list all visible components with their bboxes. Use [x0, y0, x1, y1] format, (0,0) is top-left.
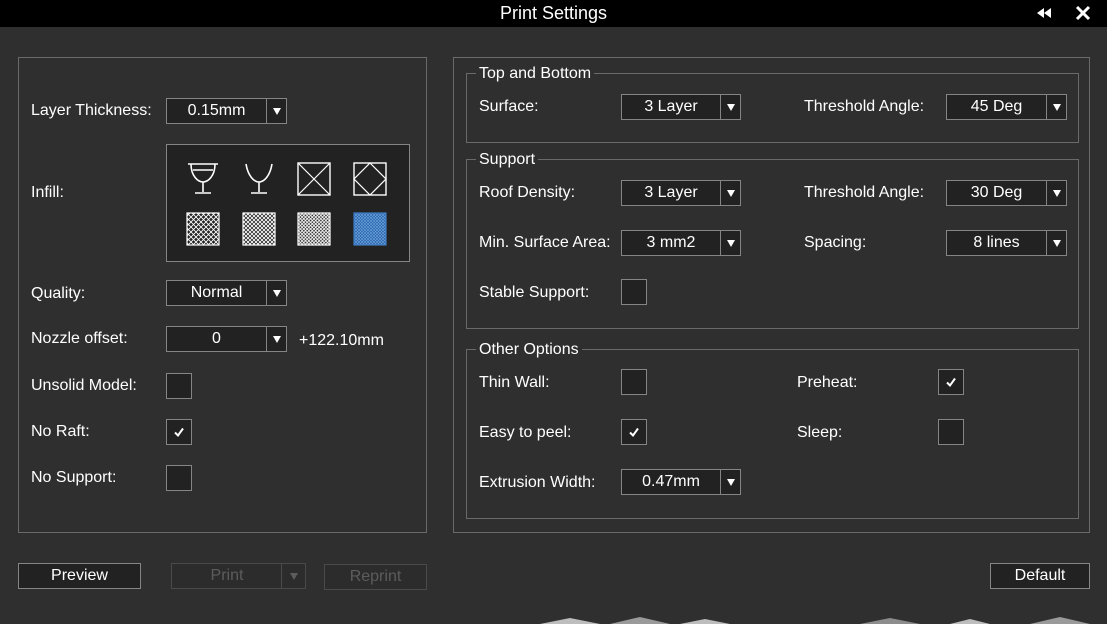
x-grid-icon[interactable] — [297, 162, 331, 196]
background-scene-edge — [540, 617, 1090, 624]
layer-thickness-dropdown[interactable]: 0.15mm — [166, 98, 287, 124]
no-support-checkbox[interactable] — [166, 465, 192, 491]
extrusion-width-label: Extrusion Width: — [479, 474, 596, 491]
chevron-down-icon[interactable] — [266, 99, 286, 123]
no-raft-checkbox[interactable] — [166, 419, 192, 445]
chevron-down-icon[interactable] — [720, 470, 740, 494]
dense-mesh-icon[interactable] — [297, 212, 331, 246]
support-threshold-angle-value: 30 Deg — [970, 184, 1023, 201]
infill-label: Infill: — [31, 184, 64, 201]
stable-support-label: Stable Support: — [479, 284, 590, 301]
support-threshold-angle-label: Threshold Angle: — [804, 184, 925, 201]
print-split-button[interactable]: Print — [171, 563, 306, 589]
chevron-down-icon[interactable] — [1046, 181, 1066, 205]
quality-label: Quality: — [31, 285, 86, 302]
no-raft-label: No Raft: — [31, 423, 90, 440]
nozzle-offset-value: 0 — [212, 330, 221, 347]
top-threshold-angle-value: 45 Deg — [970, 98, 1023, 115]
sparse-mesh-icon[interactable] — [186, 212, 220, 246]
roof-density-label: Roof Density: — [479, 184, 576, 201]
general-settings-panel: Layer Thickness: 0.15mm Infill: Quality:… — [18, 57, 427, 533]
hollow-goblet-icon[interactable] — [186, 162, 220, 196]
sleep-checkbox[interactable] — [938, 419, 964, 445]
checkmark-icon — [629, 427, 639, 438]
sleep-label: Sleep: — [797, 424, 843, 441]
surface-label: Surface: — [479, 98, 539, 115]
spacing-dropdown[interactable]: 8 lines — [946, 230, 1067, 256]
support-group: Support Roof Density: 3 Layer Threshold … — [466, 151, 1079, 329]
min-surface-area-value: 3 mm2 — [646, 234, 696, 251]
extrusion-width-value: 0.47mm — [642, 473, 700, 490]
infill-pattern-selector — [166, 144, 410, 262]
advanced-settings-panel: Top and Bottom Surface: 3 Layer Threshol… — [453, 57, 1090, 533]
chevron-down-icon[interactable] — [281, 564, 305, 588]
chevron-down-icon[interactable] — [1046, 95, 1066, 119]
reprint-button[interactable]: Reprint — [324, 564, 427, 590]
support-legend: Support — [476, 151, 539, 169]
quality-value: Normal — [190, 284, 243, 301]
print-button-label: Print — [210, 567, 244, 584]
checkmark-icon — [174, 427, 184, 438]
nozzle-offset-dropdown[interactable]: 0 — [166, 326, 287, 352]
quality-dropdown[interactable]: Normal — [166, 280, 287, 306]
close-icon[interactable] — [1074, 4, 1092, 22]
preview-button[interactable]: Preview — [18, 563, 141, 589]
chevron-down-icon[interactable] — [1046, 231, 1066, 255]
no-support-label: No Support: — [31, 469, 117, 486]
top-threshold-angle-label: Threshold Angle: — [804, 98, 925, 115]
preheat-label: Preheat: — [797, 374, 858, 391]
thin-wall-label: Thin Wall: — [479, 374, 550, 391]
unsolid-model-checkbox[interactable] — [166, 373, 192, 399]
chevron-down-icon[interactable] — [720, 95, 740, 119]
other-options-group: Other Options Thin Wall: Preheat: Easy t… — [466, 341, 1079, 519]
min-surface-area-label: Min. Surface Area: — [479, 234, 611, 251]
checkmark-icon — [946, 377, 956, 388]
title-bar: Print Settings — [0, 0, 1107, 27]
medium-mesh-icon[interactable] — [242, 212, 276, 246]
nozzle-offset-readout: +122.10mm — [299, 332, 384, 349]
top-bottom-group: Top and Bottom Surface: 3 Layer Threshol… — [466, 65, 1079, 143]
layer-thickness-value: 0.15mm — [187, 102, 246, 119]
double-left-arrow-icon[interactable] — [1035, 4, 1053, 22]
other-options-legend: Other Options — [476, 341, 582, 359]
unsolid-model-label: Unsolid Model: — [31, 377, 137, 394]
easy-to-peel-label: Easy to peel: — [479, 424, 572, 441]
top-bottom-legend: Top and Bottom — [476, 65, 595, 83]
roof-density-value: 3 Layer — [644, 184, 698, 201]
easy-to-peel-checkbox[interactable] — [621, 419, 647, 445]
chevron-down-icon[interactable] — [720, 231, 740, 255]
roof-density-dropdown[interactable]: 3 Layer — [621, 180, 741, 206]
spacing-label: Spacing: — [804, 234, 867, 251]
surface-value: 3 Layer — [644, 98, 698, 115]
chevron-down-icon[interactable] — [266, 327, 286, 351]
solid-mesh-icon[interactable] — [353, 212, 387, 246]
top-threshold-angle-dropdown[interactable]: 45 Deg — [946, 94, 1067, 120]
layer-thickness-label: Layer Thickness: — [31, 102, 152, 119]
diamond-grid-icon[interactable] — [353, 162, 387, 196]
open-goblet-icon[interactable] — [242, 162, 276, 196]
chevron-down-icon[interactable] — [266, 281, 286, 305]
nozzle-offset-label: Nozzle offset: — [31, 330, 128, 347]
extrusion-width-dropdown[interactable]: 0.47mm — [621, 469, 741, 495]
support-threshold-angle-dropdown[interactable]: 30 Deg — [946, 180, 1067, 206]
surface-dropdown[interactable]: 3 Layer — [621, 94, 741, 120]
chevron-down-icon[interactable] — [720, 181, 740, 205]
thin-wall-checkbox[interactable] — [621, 369, 647, 395]
default-button[interactable]: Default — [990, 563, 1090, 589]
spacing-value: 8 lines — [973, 234, 1020, 251]
stable-support-checkbox[interactable] — [621, 279, 647, 305]
window-title: Print Settings — [499, 3, 608, 23]
preheat-checkbox[interactable] — [938, 369, 964, 395]
min-surface-area-dropdown[interactable]: 3 mm2 — [621, 230, 741, 256]
